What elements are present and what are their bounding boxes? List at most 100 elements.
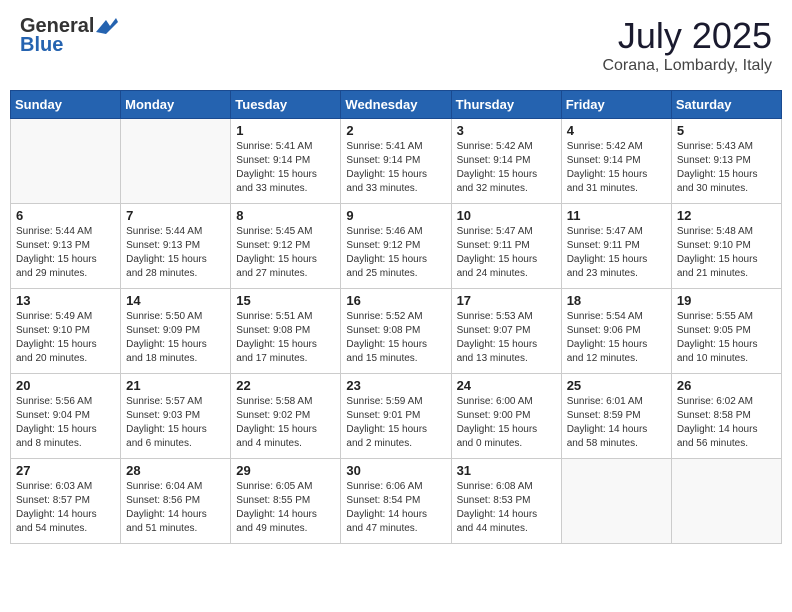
- day-number: 10: [457, 208, 556, 223]
- calendar-week-row: 20Sunrise: 5:56 AM Sunset: 9:04 PM Dayli…: [11, 374, 782, 459]
- page-header: General Blue July 2025 Corana, Lombardy,…: [10, 10, 782, 80]
- calendar-cell: [671, 459, 781, 544]
- day-number: 11: [567, 208, 666, 223]
- calendar-week-row: 27Sunrise: 6:03 AM Sunset: 8:57 PM Dayli…: [11, 459, 782, 544]
- day-detail: Sunrise: 5:41 AM Sunset: 9:14 PM Dayligh…: [346, 140, 445, 196]
- day-number: 25: [567, 378, 666, 393]
- calendar-cell: 9Sunrise: 5:46 AM Sunset: 9:12 PM Daylig…: [341, 204, 451, 289]
- day-detail: Sunrise: 5:44 AM Sunset: 9:13 PM Dayligh…: [126, 225, 225, 281]
- calendar-cell: 21 Sunrise: 5:57 AM Sunset: 9:03 PM Dayli…: [121, 374, 231, 459]
- day-detail: Sunrise: 5:43 AM Sunset: 9:13 PM Dayligh…: [677, 140, 776, 196]
- calendar-cell: 8 Sunrise: 5:45 AM Sunset: 9:12 PM Daylig…: [231, 204, 341, 289]
- day-number: 4: [567, 123, 666, 138]
- day-number: 12: [677, 208, 776, 223]
- day-number: 16: [346, 293, 445, 308]
- day-number: 14: [126, 293, 225, 308]
- day-number: 2: [346, 123, 445, 138]
- day-detail: Sunrise: 5:52 AM Sunset: 9:08 PM Dayligh…: [346, 310, 445, 366]
- day-detail: Sunrise: 5:41 AM Sunset: 9:14 PM Dayligh…: [236, 140, 335, 196]
- calendar-cell: [11, 119, 121, 204]
- calendar-week-row: 6 Sunrise: 5:44 AM Sunset: 9:13 PM Daylig…: [11, 204, 782, 289]
- calendar-cell: 11Sunrise: 5:47 AM Sunset: 9:11 PM Dayli…: [561, 204, 671, 289]
- day-detail: Sunrise: 6:05 AM Sunset: 8:55 PM Dayligh…: [236, 480, 335, 536]
- day-detail: Sunrise: 5:54 AM Sunset: 9:06 PM Dayligh…: [567, 310, 666, 366]
- day-detail: Sunrise: 5:56 AM Sunset: 9:04 PM Dayligh…: [16, 395, 115, 451]
- calendar-cell: 7 Sunrise: 5:44 AM Sunset: 9:13 PM Daylig…: [121, 204, 231, 289]
- calendar-cell: 30 Sunrise: 6:06 AM Sunset: 8:54 PM Dayli…: [341, 459, 451, 544]
- day-number: 18: [567, 293, 666, 308]
- calendar-cell: 3Sunrise: 5:42 AM Sunset: 9:14 PM Daylig…: [451, 119, 561, 204]
- calendar-cell: [561, 459, 671, 544]
- day-number: 19: [677, 293, 776, 308]
- day-number: 31: [457, 463, 556, 478]
- calendar-week-row: 13 Sunrise: 5:49 AM Sunset: 9:10 PM Dayli…: [11, 289, 782, 374]
- day-number: 15: [236, 293, 335, 308]
- column-header-monday: Monday: [121, 91, 231, 119]
- day-detail: Sunrise: 5:47 AM Sunset: 9:11 PM Dayligh…: [457, 225, 556, 281]
- day-detail: Sunrise: 5:55 AM Sunset: 9:05 PM Dayligh…: [677, 310, 776, 366]
- calendar-cell: 10 Sunrise: 5:47 AM Sunset: 9:11 PM Dayli…: [451, 204, 561, 289]
- day-detail: Sunrise: 6:06 AM Sunset: 8:54 PM Dayligh…: [346, 480, 445, 536]
- calendar-cell: 13 Sunrise: 5:49 AM Sunset: 9:10 PM Dayli…: [11, 289, 121, 374]
- day-detail: Sunrise: 5:44 AM Sunset: 9:13 PM Dayligh…: [16, 225, 115, 281]
- calendar-cell: 24Sunrise: 6:00 AM Sunset: 9:00 PM Dayli…: [451, 374, 561, 459]
- day-number: 5: [677, 123, 776, 138]
- day-detail: Sunrise: 5:50 AM Sunset: 9:09 PM Dayligh…: [126, 310, 225, 366]
- logo-blue-text: Blue: [20, 34, 63, 57]
- day-detail: Sunrise: 5:45 AM Sunset: 9:12 PM Dayligh…: [236, 225, 335, 281]
- day-number: 30: [346, 463, 445, 478]
- day-number: 3: [457, 123, 556, 138]
- day-detail: Sunrise: 5:51 AM Sunset: 9:08 PM Dayligh…: [236, 310, 335, 366]
- day-number: 26: [677, 378, 776, 393]
- day-number: 29: [236, 463, 335, 478]
- calendar-cell: 22 Sunrise: 5:58 AM Sunset: 9:02 PM Dayli…: [231, 374, 341, 459]
- logo: General Blue: [20, 15, 118, 57]
- calendar-cell: 28 Sunrise: 6:04 AM Sunset: 8:56 PM Dayli…: [121, 459, 231, 544]
- day-number: 6: [16, 208, 115, 223]
- day-number: 8: [236, 208, 335, 223]
- calendar-cell: 18 Sunrise: 5:54 AM Sunset: 9:06 PM Dayli…: [561, 289, 671, 374]
- calendar-cell: 29 Sunrise: 6:05 AM Sunset: 8:55 PM Dayli…: [231, 459, 341, 544]
- calendar-cell: 2 Sunrise: 5:41 AM Sunset: 9:14 PM Daylig…: [341, 119, 451, 204]
- day-detail: Sunrise: 6:03 AM Sunset: 8:57 PM Dayligh…: [16, 480, 115, 536]
- column-header-tuesday: Tuesday: [231, 91, 341, 119]
- day-detail: Sunrise: 6:08 AM Sunset: 8:53 PM Dayligh…: [457, 480, 556, 536]
- day-number: 7: [126, 208, 225, 223]
- day-number: 21: [126, 378, 225, 393]
- column-header-wednesday: Wednesday: [341, 91, 451, 119]
- column-header-saturday: Saturday: [671, 91, 781, 119]
- day-detail: Sunrise: 6:04 AM Sunset: 8:56 PM Dayligh…: [126, 480, 225, 536]
- day-number: 13: [16, 293, 115, 308]
- day-number: 23: [346, 378, 445, 393]
- calendar-cell: 25Sunrise: 6:01 AM Sunset: 8:59 PM Dayli…: [561, 374, 671, 459]
- calendar-table: SundayMondayTuesdayWednesdayThursdayFrid…: [10, 90, 782, 544]
- column-header-friday: Friday: [561, 91, 671, 119]
- day-detail: Sunrise: 5:49 AM Sunset: 9:10 PM Dayligh…: [16, 310, 115, 366]
- day-detail: Sunrise: 5:42 AM Sunset: 9:14 PM Dayligh…: [567, 140, 666, 196]
- calendar-cell: 12 Sunrise: 5:48 AM Sunset: 9:10 PM Dayli…: [671, 204, 781, 289]
- calendar-cell: 4 Sunrise: 5:42 AM Sunset: 9:14 PM Daylig…: [561, 119, 671, 204]
- calendar-cell: 19 Sunrise: 5:55 AM Sunset: 9:05 PM Dayli…: [671, 289, 781, 374]
- calendar-cell: 14 Sunrise: 5:50 AM Sunset: 9:09 PM Dayli…: [121, 289, 231, 374]
- day-number: 17: [457, 293, 556, 308]
- day-number: 22: [236, 378, 335, 393]
- column-header-sunday: Sunday: [11, 91, 121, 119]
- column-header-thursday: Thursday: [451, 91, 561, 119]
- calendar-cell: 17 Sunrise: 5:53 AM Sunset: 9:07 PM Dayli…: [451, 289, 561, 374]
- title-area: July 2025 Corana, Lombardy, Italy: [602, 15, 772, 75]
- calendar-week-row: 1 Sunrise: 5:41 AM Sunset: 9:14 PM Daylig…: [11, 119, 782, 204]
- day-detail: Sunrise: 5:46 AM Sunset: 9:12 PM Dayligh…: [346, 225, 445, 281]
- calendar-cell: 20Sunrise: 5:56 AM Sunset: 9:04 PM Dayli…: [11, 374, 121, 459]
- day-detail: Sunrise: 6:00 AM Sunset: 9:00 PM Dayligh…: [457, 395, 556, 451]
- calendar-header-row: SundayMondayTuesdayWednesdayThursdayFrid…: [11, 91, 782, 119]
- day-number: 1: [236, 123, 335, 138]
- calendar-cell: 27Sunrise: 6:03 AM Sunset: 8:57 PM Dayli…: [11, 459, 121, 544]
- day-detail: Sunrise: 5:59 AM Sunset: 9:01 PM Dayligh…: [346, 395, 445, 451]
- calendar-cell: 16 Sunrise: 5:52 AM Sunset: 9:08 PM Dayli…: [341, 289, 451, 374]
- calendar-cell: 26Sunrise: 6:02 AM Sunset: 8:58 PM Dayli…: [671, 374, 781, 459]
- day-detail: Sunrise: 5:58 AM Sunset: 9:02 PM Dayligh…: [236, 395, 335, 451]
- day-detail: Sunrise: 5:48 AM Sunset: 9:10 PM Dayligh…: [677, 225, 776, 281]
- day-number: 28: [126, 463, 225, 478]
- day-detail: Sunrise: 5:57 AM Sunset: 9:03 PM Dayligh…: [126, 395, 225, 451]
- day-detail: Sunrise: 5:53 AM Sunset: 9:07 PM Dayligh…: [457, 310, 556, 366]
